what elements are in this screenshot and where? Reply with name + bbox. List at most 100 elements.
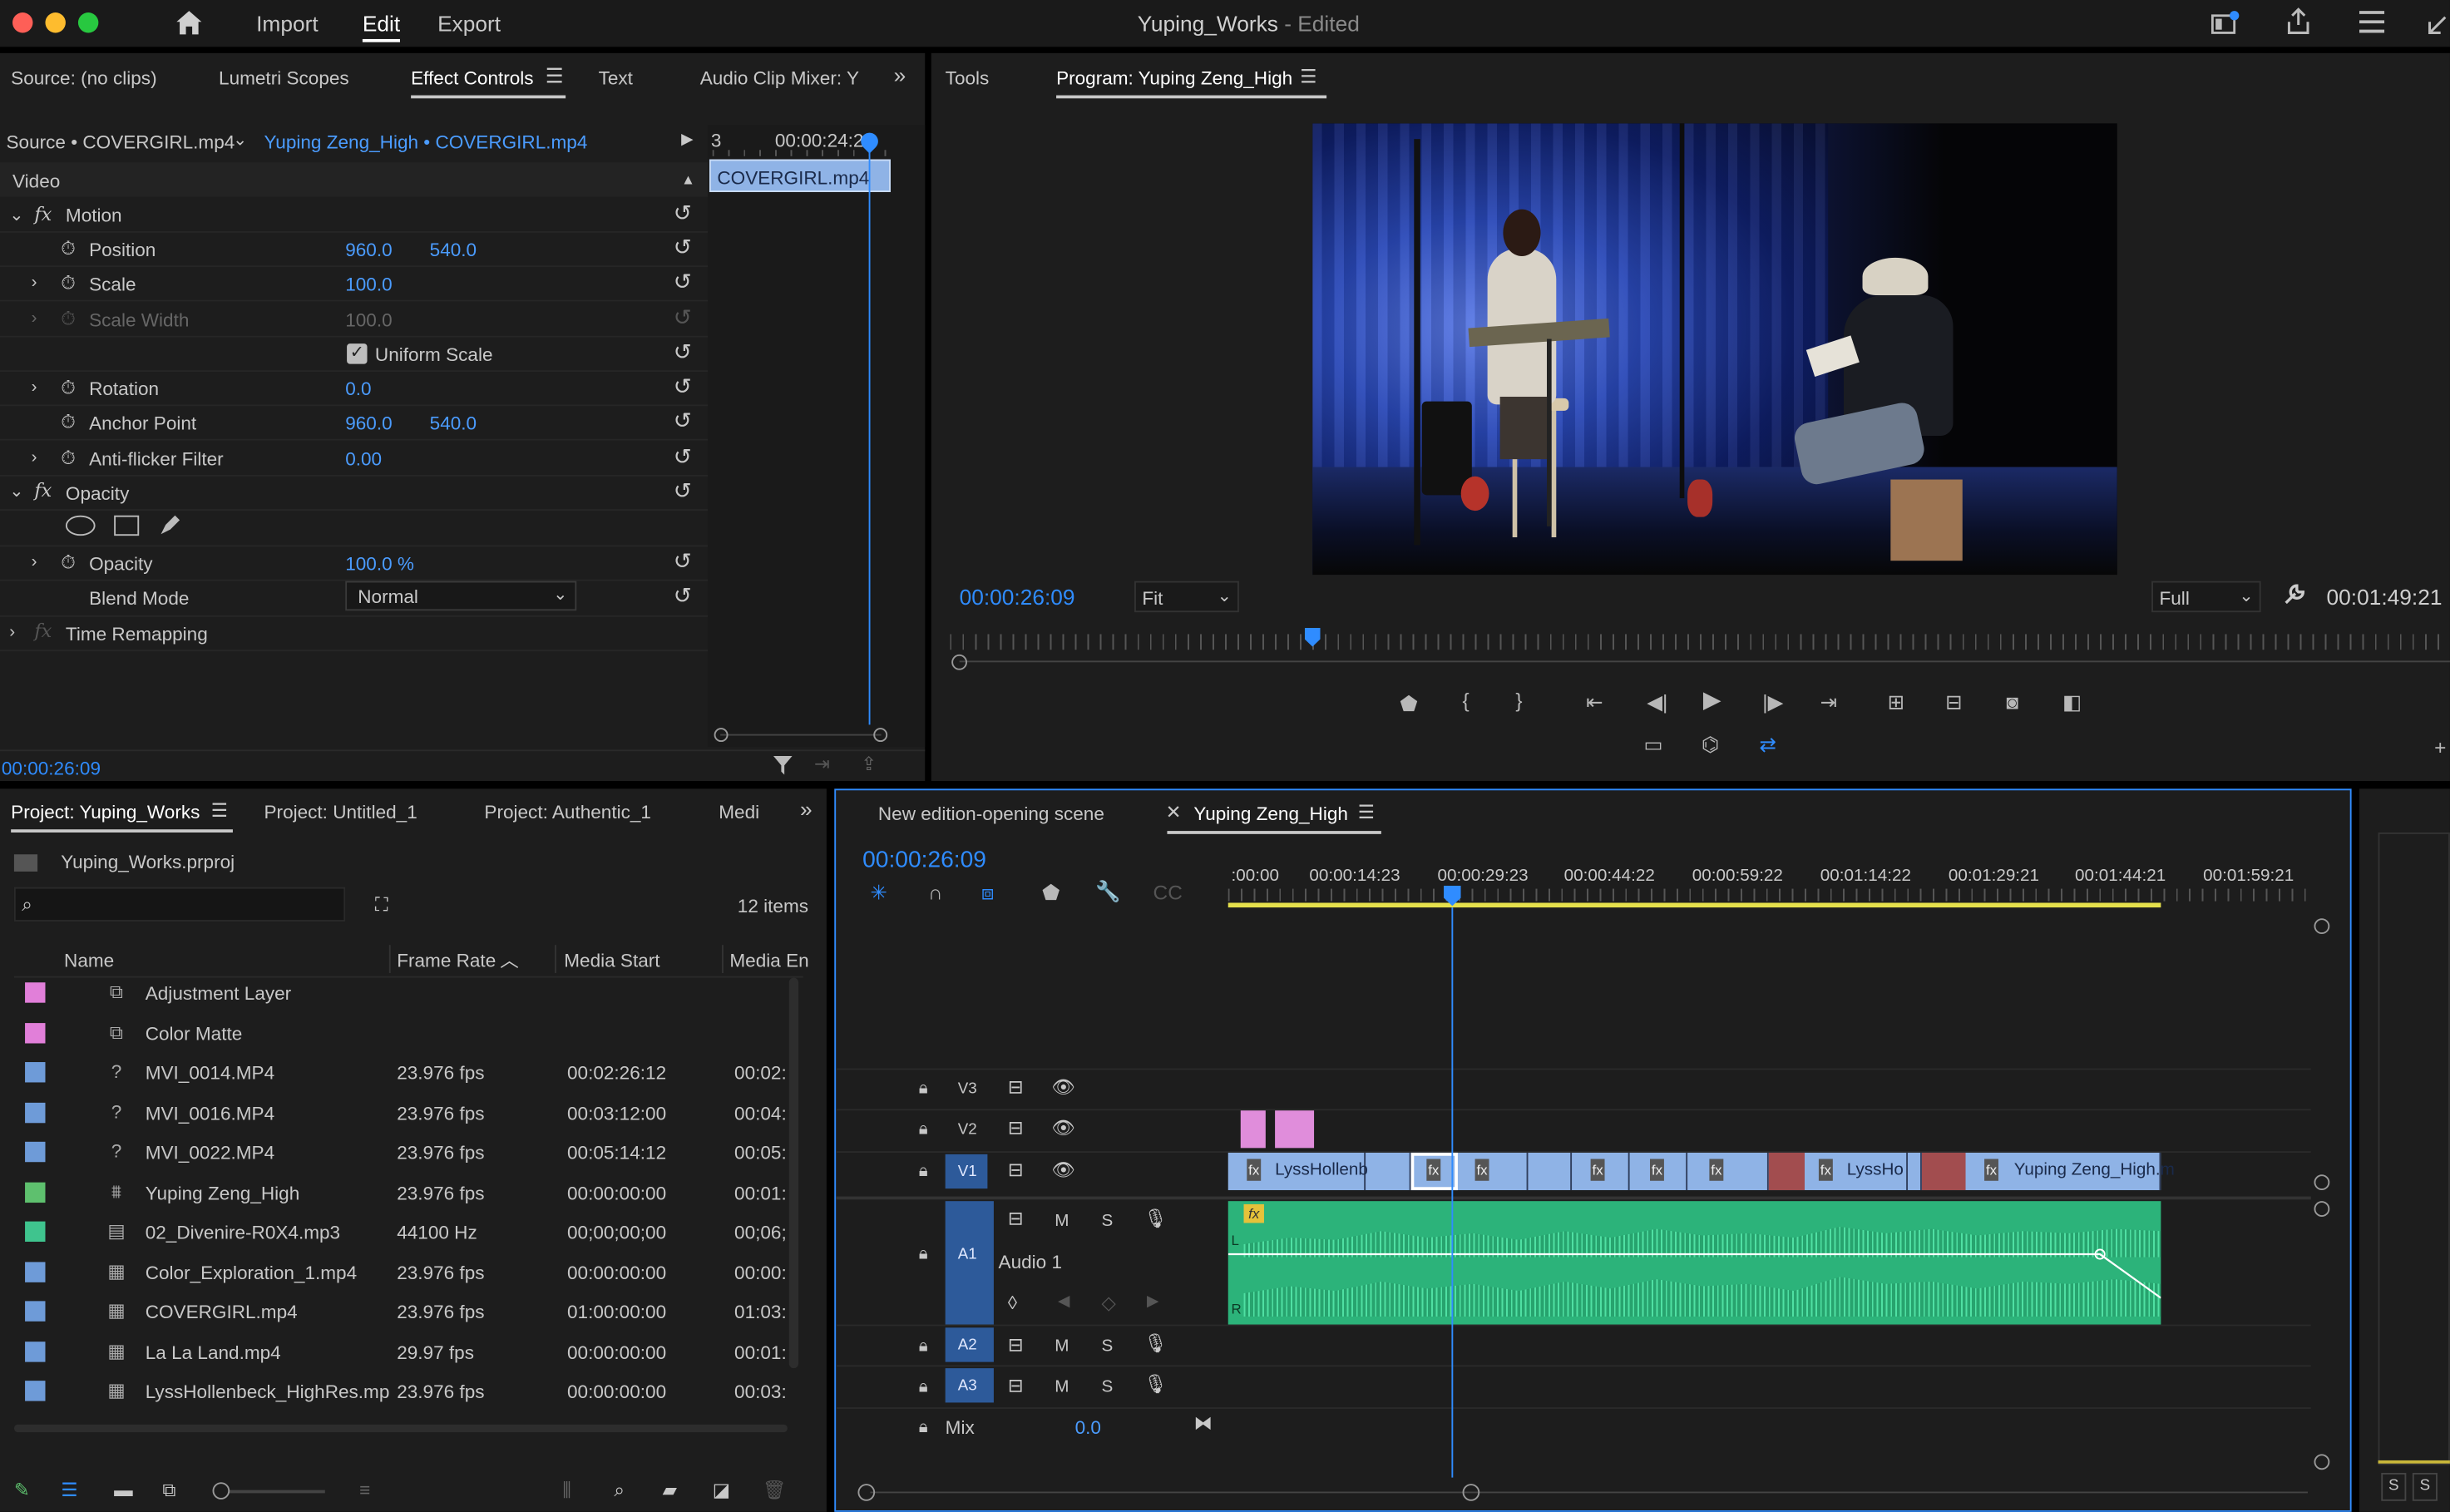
uniform-scale-checkbox[interactable]: ✓ <box>347 343 368 364</box>
mini-zoom-right-handle[interactable] <box>873 728 888 743</box>
v1-clip[interactable] <box>1366 1152 1411 1191</box>
v2-clip-pink[interactable] <box>1275 1110 1315 1149</box>
label-color-swatch[interactable] <box>25 1261 46 1282</box>
volume-rubberband[interactable] <box>1227 1201 2161 1324</box>
track-a3-label[interactable]: A3 <box>958 1376 977 1398</box>
v1-clip[interactable] <box>1908 1152 1922 1191</box>
timeline-hscroll-right-handle[interactable] <box>1462 1484 1480 1501</box>
opacity-value[interactable]: 100.0 % <box>345 553 414 575</box>
next-keyframe-icon[interactable]: ▶ <box>1147 1292 1158 1313</box>
program-ruler[interactable] <box>950 634 2450 650</box>
anchor-x-value[interactable]: 960.0 <box>345 413 392 434</box>
safe-margins-icon[interactable]: ▭ <box>1643 734 1662 756</box>
add-marker-icon[interactable]: ⬟ <box>1400 693 1417 715</box>
project-row[interactable]: ▦ COVERGIRL.mp4 23.976 fps 01:00:00:00 01:03… <box>14 1295 788 1334</box>
tab-project-untitled[interactable]: Project: Untitled_1 <box>264 801 417 823</box>
prev-keyframe-icon[interactable]: ◀ <box>1058 1292 1069 1313</box>
share-icon[interactable] <box>2285 7 2313 37</box>
mark-out-icon[interactable]: } <box>1515 689 1522 712</box>
video-frame[interactable] <box>1312 123 2117 576</box>
anchor-reset-icon[interactable]: ↺ <box>674 409 692 431</box>
program-timecode[interactable]: 00:00:26:09 <box>960 584 1075 609</box>
anchor-stopwatch-icon[interactable]: ⏱ <box>61 411 76 432</box>
track-v3-label[interactable]: V3 <box>958 1080 977 1101</box>
position-x-value[interactable]: 960.0 <box>345 239 392 260</box>
nest-icon[interactable]: ⧈ <box>981 882 995 904</box>
collapse-up-icon[interactable]: ▲ <box>681 169 695 190</box>
lock-icon[interactable]: 🔒︎ <box>919 1119 928 1140</box>
track-a2-mute-button[interactable]: M <box>1055 1336 1069 1357</box>
home-icon[interactable] <box>174 7 205 37</box>
mix-transition-icon[interactable]: ⧓ <box>1193 1412 1213 1434</box>
workspaces-icon[interactable] <box>2210 9 2241 37</box>
find-icon[interactable]: ⌕ <box>614 1479 625 1500</box>
microphone-icon[interactable]: 🎙︎ <box>1143 1208 1168 1229</box>
track-a3-solo-button[interactable]: S <box>1102 1376 1114 1398</box>
wrench-icon[interactable] <box>2281 582 2306 607</box>
new-bin-icon[interactable]: ▰ <box>663 1479 677 1500</box>
column-media-end[interactable]: Media En <box>729 950 808 971</box>
project-row[interactable]: ⩩ Yuping Zeng_High 23.976 fps 00:00:00:00 00… <box>14 1175 788 1214</box>
project-row[interactable]: ? MVI_0022.MP4 23.976 fps 00:05:14:12 00:05: <box>14 1135 788 1174</box>
uniform-scale-reset-icon[interactable]: ↺ <box>674 340 692 362</box>
position-y-value[interactable]: 540.0 <box>430 239 477 260</box>
time-remap-expand-icon[interactable]: › <box>9 621 15 643</box>
track-a1-label[interactable]: A1 <box>958 1245 977 1267</box>
panel-overflow-icon[interactable]: » <box>894 64 906 86</box>
window-close-button[interactable] <box>12 12 33 33</box>
lock-icon[interactable]: 🔒︎ <box>919 1336 928 1357</box>
v1-clip[interactable] <box>1687 1152 1769 1191</box>
go-to-in-icon[interactable]: ⇤ <box>1586 691 1603 714</box>
microphone-icon[interactable]: 🎙︎ <box>1143 1373 1168 1395</box>
column-media-start[interactable]: Media Start <box>564 950 659 971</box>
overwrite-icon[interactable]: ⊟ <box>1945 691 1962 714</box>
filter-icon[interactable] <box>770 753 795 778</box>
antiflicker-value[interactable]: 0.00 <box>345 448 382 470</box>
rotation-reset-icon[interactable]: ↺ <box>674 375 692 397</box>
v2-clip-pink[interactable] <box>1240 1110 1266 1149</box>
lock-icon[interactable]: 🔒︎ <box>919 1160 928 1182</box>
antiflicker-expand-icon[interactable]: › <box>32 447 37 468</box>
label-color-swatch[interactable] <box>25 1022 46 1043</box>
vr-video-icon[interactable]: ⌬ <box>1702 734 1719 756</box>
window-minimize-button[interactable] <box>45 12 66 33</box>
v1-clip-red[interactable] <box>1921 1152 1966 1191</box>
source-clip-label[interactable]: Source • COVERGIRL.mp4 <box>7 131 235 153</box>
comparison-view-icon[interactable]: ◧ <box>2062 691 2082 714</box>
label-color-swatch[interactable] <box>25 1381 46 1401</box>
tab-audio-clip-mixer[interactable]: Audio Clip Mixer: Y <box>700 67 859 89</box>
label-color-swatch[interactable] <box>25 1141 46 1163</box>
sync-lock-icon[interactable]: ⊟ <box>1008 1117 1024 1139</box>
timeline-vscroll-bottom[interactable] <box>2314 1454 2330 1470</box>
sort-ascending-icon[interactable]: ︿ <box>500 950 519 971</box>
opacity-group-reset-icon[interactable]: ↺ <box>674 480 692 502</box>
project-search-input[interactable]: ⌕ <box>13 887 346 922</box>
automate-to-sequence-icon[interactable]: ⫼ <box>562 1479 571 1500</box>
track-a2-solo-button[interactable]: S <box>1102 1336 1114 1357</box>
sync-lock-icon[interactable]: ⊟ <box>1008 1076 1024 1098</box>
eye-icon[interactable]: 👁︎ <box>1051 1117 1075 1139</box>
project-row[interactable]: ▦ La La Land.mp4 29.97 fps 00:00:00:00 00:01… <box>14 1335 788 1374</box>
insert-icon[interactable]: ⊞ <box>1888 691 1904 714</box>
label-color-swatch[interactable] <box>25 1062 46 1083</box>
zoom-slider-track[interactable] <box>221 1490 325 1494</box>
add-button-icon[interactable]: + <box>2434 736 2446 758</box>
freeform-view-icon[interactable]: ⧉ <box>162 1479 175 1500</box>
mark-in-icon[interactable]: { <box>1463 689 1470 712</box>
tab-text[interactable]: Text <box>599 67 633 89</box>
mini-zoom-left-handle[interactable] <box>714 728 729 743</box>
opacity-stopwatch-icon[interactable]: ⏱ <box>61 551 76 573</box>
trash-icon[interactable]: 🗑 <box>763 1479 787 1500</box>
meter-solo-button[interactable]: S <box>2381 1472 2407 1501</box>
play-icon[interactable]: ▶ <box>1703 689 1721 712</box>
list-view-icon[interactable]: ☰ <box>61 1479 77 1500</box>
collapse-icon[interactable] <box>2425 9 2450 37</box>
project-row[interactable]: ▦ LyssHollenbeck_HighRes.mp 23.976 fps 00:0… <box>14 1375 788 1414</box>
motion-reset-icon[interactable]: ↺ <box>674 201 692 223</box>
settings-wrench-icon[interactable]: 🔧 <box>1095 880 1120 902</box>
column-name[interactable]: Name <box>64 950 114 971</box>
fit-select[interactable]: Fit ⌄ <box>1134 581 1239 613</box>
sync-lock-icon[interactable]: ⊟ <box>1008 1159 1024 1180</box>
rotation-stopwatch-icon[interactable]: ⏱ <box>61 377 76 398</box>
export-frame-icon[interactable]: ◙ <box>2006 691 2018 714</box>
